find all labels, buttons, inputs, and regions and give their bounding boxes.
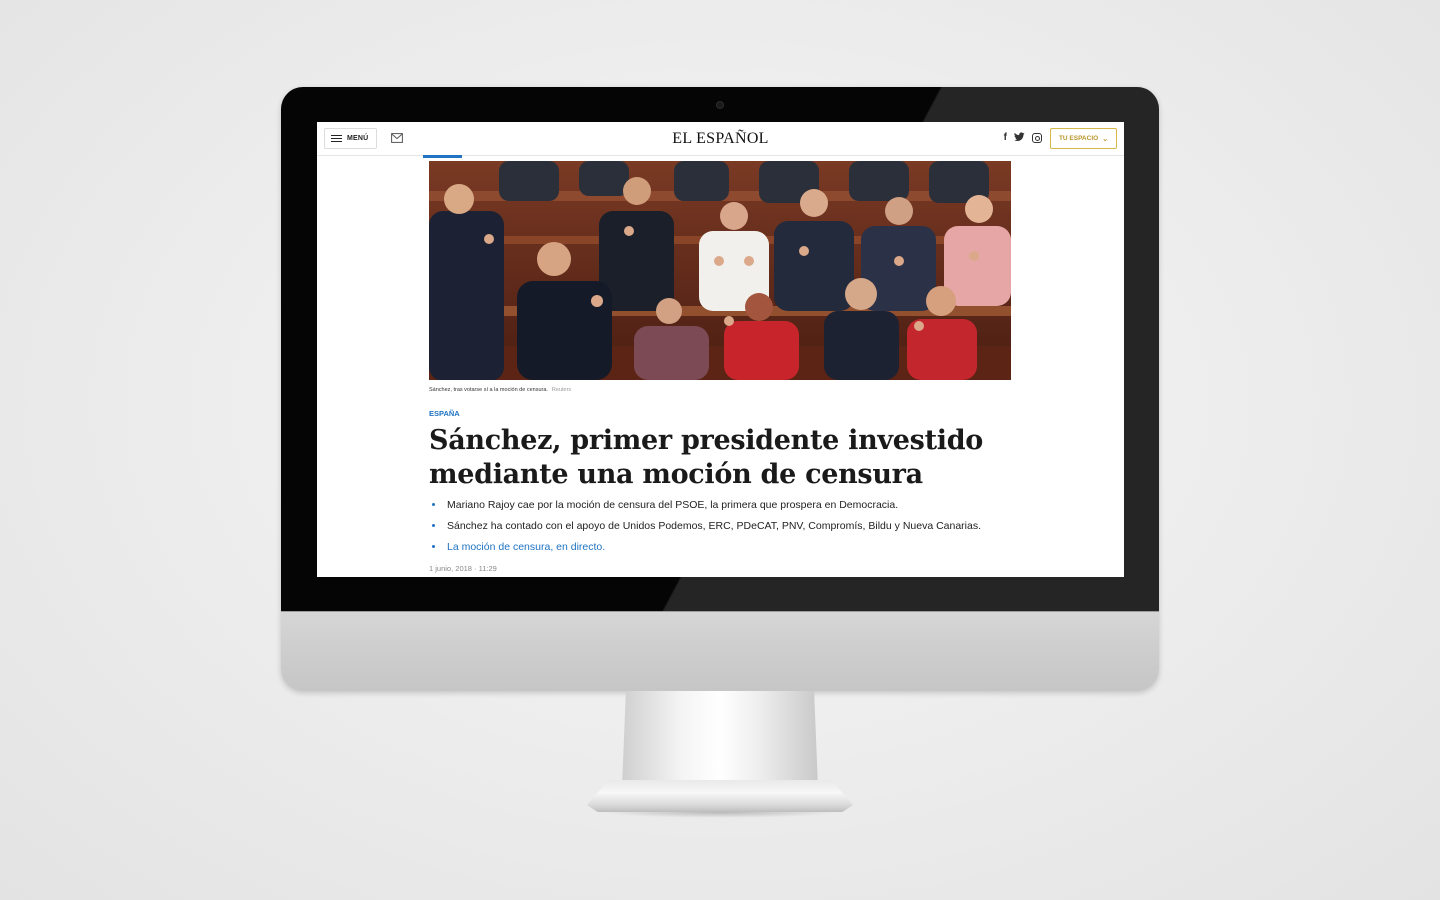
tu-espacio-label: TU ESPACIO — [1058, 135, 1099, 142]
live-coverage-link[interactable]: La moción de censura, en directo. — [447, 541, 605, 553]
article-date: 1 junio, 2018 — [429, 564, 472, 573]
chevron-down-icon: ⌄ — [1102, 135, 1109, 143]
headline-line-2: mediante una moción de censura — [429, 459, 923, 490]
webcam — [716, 101, 724, 109]
browser-screen: MENÚ EL ESPAÑOL f TU ESPACIO ⌄ Sánchez, … — [317, 122, 1124, 577]
section-tag[interactable]: ESPAÑA — [429, 409, 460, 418]
caption-text: Sánchez, tras votarse sí a la moción de … — [429, 387, 548, 393]
twitter-icon[interactable] — [1014, 132, 1025, 142]
list-item: Sánchez ha contado con el apoyo de Unido… — [429, 519, 1029, 540]
tu-espacio-button[interactable]: TU ESPACIO ⌄ — [1050, 128, 1117, 149]
social-links: f — [1004, 132, 1042, 144]
list-item: Mariano Rajoy cae por la moción de censu… — [429, 498, 1029, 519]
article-dateline: 1 junio, 2018 · 11:29 — [429, 564, 497, 573]
monitor-stand-neck — [622, 691, 818, 787]
bullet-icon — [432, 524, 435, 527]
summary-text: Mariano Rajoy cae por la moción de censu… — [447, 499, 899, 511]
active-tab-indicator — [423, 155, 462, 158]
instagram-icon[interactable] — [1032, 133, 1042, 143]
bullet-icon — [432, 545, 435, 548]
monitor-chin — [281, 611, 1159, 691]
site-header: MENÚ EL ESPAÑOL f TU ESPACIO ⌄ — [317, 122, 1124, 156]
facebook-icon[interactable]: f — [1004, 132, 1007, 144]
bullet-icon — [432, 503, 435, 506]
list-item-link[interactable]: La moción de censura, en directo. — [429, 540, 1029, 561]
article-summary-list: Mariano Rajoy cae por la moción de censu… — [429, 498, 1029, 561]
headline-line-1: Sánchez, primer presidente investido — [429, 425, 983, 456]
hero-photo[interactable] — [429, 161, 1011, 380]
article-headline: Sánchez, primer presidente investido med… — [429, 424, 989, 492]
monitor-stand-foot — [587, 780, 853, 812]
article-time: 11:29 — [478, 564, 497, 573]
summary-text: Sánchez ha contado con el apoyo de Unido… — [447, 520, 982, 532]
photo-credit: Reuters — [551, 387, 572, 393]
photo-caption: Sánchez, tras votarse sí a la moción de … — [429, 387, 571, 393]
